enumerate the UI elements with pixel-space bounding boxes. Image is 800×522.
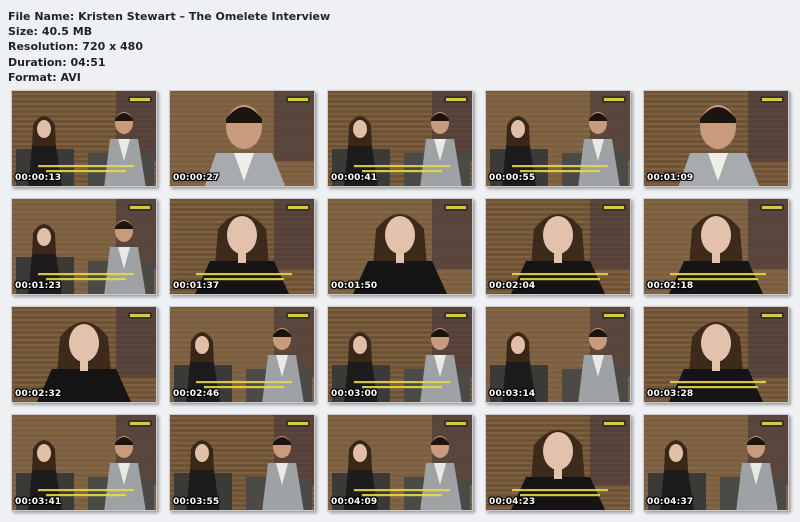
video-thumbnail[interactable]: 00:02:32 — [11, 306, 157, 403]
video-thumbnail[interactable]: 00:01:09 — [643, 90, 789, 187]
video-thumbnail[interactable]: 00:01:23 — [11, 198, 157, 295]
video-thumbnail[interactable]: 00:02:46 — [169, 306, 315, 403]
thumbnail-timestamp: 00:03:28 — [647, 389, 694, 399]
thumbnail-timestamp: 00:01:09 — [647, 173, 694, 183]
thumbnail-timestamp: 00:02:04 — [489, 281, 536, 291]
video-thumbnail[interactable]: 00:04:37 — [643, 414, 789, 511]
thumbnail-timestamp: 00:00:27 — [173, 173, 220, 183]
video-thumbnail[interactable]: 00:03:00 — [327, 306, 473, 403]
video-thumbnail[interactable]: 00:01:37 — [169, 198, 315, 295]
video-thumbnail[interactable]: 00:01:50 — [327, 198, 473, 295]
thumbnail-timestamp: 00:03:55 — [173, 497, 220, 507]
thumbnail-timestamp: 00:00:41 — [331, 173, 378, 183]
video-thumbnail[interactable]: 00:03:28 — [643, 306, 789, 403]
thumbnail-timestamp: 00:01:37 — [173, 281, 220, 291]
video-thumbnail[interactable]: 00:00:55 — [485, 90, 631, 187]
video-thumbnail[interactable]: 00:02:18 — [643, 198, 789, 295]
video-thumbnail[interactable]: 00:03:14 — [485, 306, 631, 403]
thumbnail-grid: 00:00:13 00:00:27 00:00:41 00:00:55 00:01:09… — [0, 0, 800, 522]
video-thumbnail[interactable]: 00:04:23 — [485, 414, 631, 511]
video-thumbnail[interactable]: 00:00:27 — [169, 90, 315, 187]
video-thumbnail[interactable]: 00:00:13 — [11, 90, 157, 187]
video-thumbnail[interactable]: 00:03:41 — [11, 414, 157, 511]
thumbnail-timestamp: 00:00:55 — [489, 173, 536, 183]
video-thumbnail[interactable]: 00:00:41 — [327, 90, 473, 187]
thumbnail-timestamp: 00:01:50 — [331, 281, 378, 291]
video-thumbnail[interactable]: 00:02:04 — [485, 198, 631, 295]
thumbnail-timestamp: 00:03:41 — [15, 497, 62, 507]
thumbnail-timestamp: 00:02:18 — [647, 281, 694, 291]
video-thumbnail[interactable]: 00:04:09 — [327, 414, 473, 511]
thumbnail-timestamp: 00:04:23 — [489, 497, 536, 507]
thumbnail-timestamp: 00:00:13 — [15, 173, 62, 183]
thumbnail-timestamp: 00:02:46 — [173, 389, 220, 399]
thumbnail-timestamp: 00:04:09 — [331, 497, 378, 507]
thumbnail-timestamp: 00:03:00 — [331, 389, 378, 399]
thumbnail-timestamp: 00:04:37 — [647, 497, 694, 507]
thumbnail-timestamp: 00:03:14 — [489, 389, 536, 399]
video-thumbnail[interactable]: 00:03:55 — [169, 414, 315, 511]
thumbnail-timestamp: 00:01:23 — [15, 281, 62, 291]
thumbnail-timestamp: 00:02:32 — [15, 389, 62, 399]
